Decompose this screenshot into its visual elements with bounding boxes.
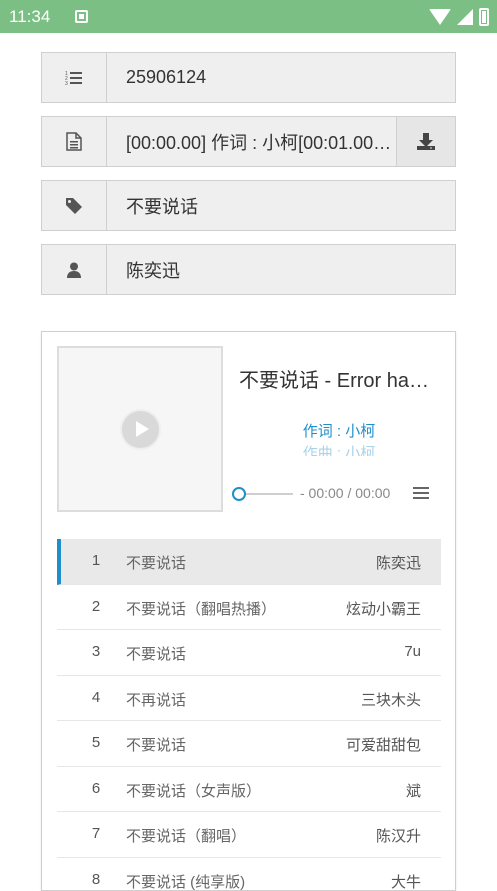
player-time: - 00:00 / 00:00: [300, 485, 390, 501]
numbered-list-icon: 123: [42, 53, 107, 102]
playlist-item-number: 7: [87, 825, 105, 842]
battery-icon: [479, 8, 489, 26]
playlist-item-artist: 三块木头: [361, 689, 421, 710]
playlist-item-number: 3: [87, 643, 105, 660]
playlist-item-number: 1: [87, 552, 105, 569]
playlist-item-title: 不要说话: [126, 643, 186, 664]
playlist-item-title: 不要说话（翻唱热播）: [126, 598, 276, 619]
song-title-field[interactable]: 不要说话: [41, 180, 456, 231]
playlist-item-artist: 陈汉升: [376, 825, 421, 846]
lyric-field[interactable]: [00:00.00] 作词 : 小柯[00:01.00] 作曲 : 小柯: [41, 116, 456, 167]
playlist-item-number: 6: [87, 780, 105, 797]
artist-value: 陈奕迅: [126, 257, 180, 283]
status-indicators: [429, 8, 489, 26]
playlist: 1 不要说话 陈奕迅 2 不要说话（翻唱热播） 炫动小霸王 3 不要说话 7u 4 不再说话 三块木头…: [57, 539, 441, 891]
playlist-item[interactable]: 1 不要说话 陈奕迅: [57, 539, 441, 585]
playlist-item[interactable]: 2 不要说话（翻唱热播） 炫动小霸王: [57, 585, 441, 631]
lyric-next-line: 作曲 : 小柯: [239, 442, 439, 456]
document-icon: [42, 117, 107, 166]
playlist-item-title: 不要说话（女声版）: [126, 780, 261, 801]
song-id-field[interactable]: 123 25906124: [41, 52, 456, 103]
playlist-item-artist: 7u: [404, 643, 421, 660]
download-icon: [416, 133, 436, 151]
playlist-item-artist: 炫动小霸王: [346, 598, 421, 619]
playlist-item[interactable]: 3 不要说话 7u: [57, 630, 441, 676]
status-time: 11:34: [9, 7, 50, 27]
playlist-item-title: 不要说话: [126, 552, 186, 573]
signal-icon: [457, 9, 473, 25]
playlist-item-artist: 大牛: [391, 871, 421, 891]
tag-icon: [42, 181, 107, 230]
song-title-value: 不要说话: [126, 193, 198, 219]
status-bar: 11:34: [0, 0, 497, 33]
wifi-icon: [429, 9, 451, 25]
playlist-item-number: 8: [87, 871, 105, 888]
playlist-item-number: 2: [87, 598, 105, 615]
artist-field[interactable]: 陈奕迅: [41, 244, 456, 295]
playlist-item[interactable]: 6 不要说话（女声版） 斌: [57, 767, 441, 813]
playlist-item[interactable]: 8 不要说话 (纯享版) 大牛: [57, 858, 441, 891]
playlist-item-title: 不再说话: [126, 689, 186, 710]
music-player: 不要说话 - Error handling 作词 : 小柯 作曲 : 小柯 - …: [41, 331, 456, 891]
playlist-item-artist: 陈奕迅: [376, 552, 421, 573]
progress-slider[interactable]: [232, 487, 292, 501]
playlist-item-number: 4: [87, 689, 105, 706]
download-button[interactable]: [396, 117, 455, 166]
song-id-value: 25906124: [126, 67, 206, 88]
playlist-item[interactable]: 4 不再说话 三块木头: [57, 676, 441, 722]
user-icon: [42, 245, 107, 294]
playlist-menu-icon[interactable]: [413, 487, 429, 499]
playlist-item-title: 不要说话 (纯享版): [126, 871, 245, 891]
app-notification-icon: [75, 10, 88, 23]
lyric-current-line: 作词 : 小柯: [239, 420, 439, 441]
player-title: 不要说话 - Error handling: [239, 364, 439, 393]
progress-knob[interactable]: [232, 487, 246, 501]
playlist-item-number: 5: [87, 734, 105, 751]
playlist-item-artist: 可爱甜甜包: [346, 734, 421, 755]
play-button[interactable]: [122, 411, 159, 448]
progress-track: [245, 493, 293, 495]
playlist-item[interactable]: 7 不要说话（翻唱） 陈汉升: [57, 812, 441, 858]
lyric-value: [00:00.00] 作词 : 小柯[00:01.00] 作曲 : 小柯: [126, 129, 396, 155]
playlist-item-title: 不要说话（翻唱）: [126, 825, 246, 846]
svg-text:3: 3: [65, 81, 68, 86]
album-cover: [57, 346, 223, 512]
playlist-item-title: 不要说话: [126, 734, 186, 755]
playlist-item[interactable]: 5 不要说话 可爱甜甜包: [57, 721, 441, 767]
playlist-item-artist: 斌: [406, 780, 421, 801]
